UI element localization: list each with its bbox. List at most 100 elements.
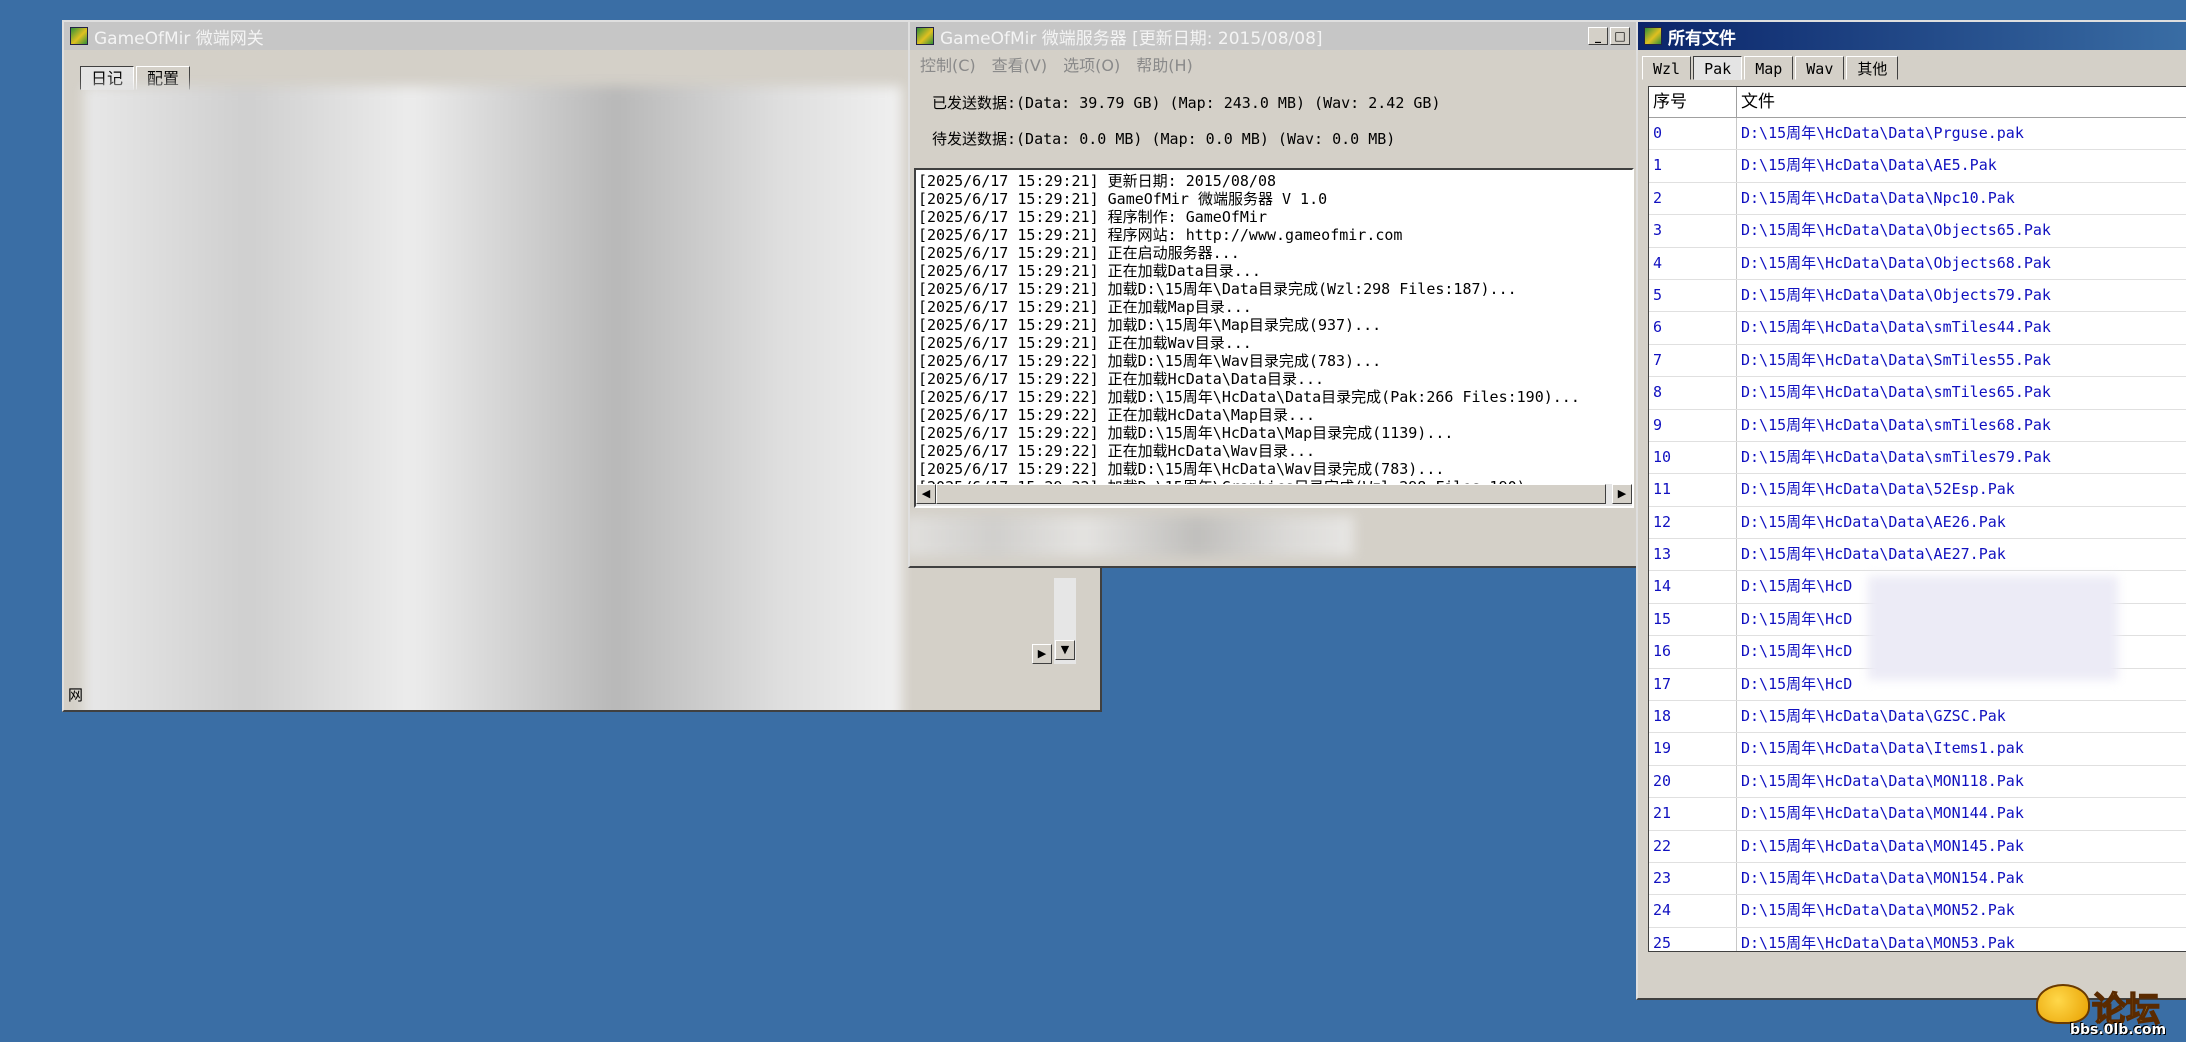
watermark-url: bbs.0lb.com xyxy=(2070,1022,2167,1038)
vertical-scrollbar[interactable]: ▼ xyxy=(1054,578,1076,664)
tab-other[interactable]: 其他 xyxy=(1846,56,1899,80)
menu-view[interactable]: 查看(V) xyxy=(988,52,1059,76)
menu-help[interactable]: 帮助(H) xyxy=(1132,52,1205,76)
row-file-path: D:\15周年\HcData\Data\AE26.Pak xyxy=(1737,507,2186,538)
horizontal-scrollbar[interactable]: ◀ ▶ xyxy=(916,484,1632,506)
scroll-left-button[interactable]: ◀ xyxy=(916,484,936,504)
blurred-region xyxy=(84,86,902,710)
row-file-path: D:\15周年\HcData\Data\MON144.Pak xyxy=(1737,798,2186,829)
app-icon xyxy=(70,27,88,45)
server-titlebar[interactable]: GameOfMir 微端服务器 [更新日期: 2015/08/08] _ □ xyxy=(910,22,1636,50)
gateway-title: GameOfMir 微端网关 xyxy=(94,28,264,49)
table-row[interactable]: 3 D:\15周年\HcData\Data\Objects65.Pak xyxy=(1649,215,2186,248)
log-line: [2025/6/17 15:29:21] GameOfMir 微端服务器 V 1… xyxy=(918,190,1328,208)
server-menubar: 控制(C) 查看(V) 选项(O) 帮助(H) xyxy=(910,50,1636,78)
column-header-file[interactable]: 文件 xyxy=(1737,87,2186,117)
column-header-index[interactable]: 序号 xyxy=(1649,87,1737,117)
log-line: [2025/6/17 15:29:21] 程序制作: GameOfMir xyxy=(918,208,1267,226)
log-line: [2025/6/17 15:29:22] 加载D:\15周年\Wav目录完成(7… xyxy=(918,352,1382,370)
files-tabs: Wzl Pak Map Wav 其他 xyxy=(1642,56,1899,80)
table-row[interactable]: 10 D:\15周年\HcData\Data\smTiles79.Pak xyxy=(1649,441,2186,475)
files-table: 序号 文件 0 D:\15周年\HcData\Data\Prguse.pak 1 D:… xyxy=(1648,86,2186,952)
table-row[interactable]: 2 D:\15周年\HcData\Data\Npc10.Pak xyxy=(1649,182,2186,216)
log-line: [2025/6/17 15:29:22] 加载D:\15周年\HcData\Wa… xyxy=(918,460,1445,478)
row-index: 17 xyxy=(1649,668,1737,701)
tab-map[interactable]: Map xyxy=(1744,56,1794,80)
log-line: [2025/6/17 15:29:21] 正在加载Map目录... xyxy=(918,298,1252,316)
row-index: 21 xyxy=(1649,798,1737,830)
row-index: 18 xyxy=(1649,701,1737,733)
row-file-path: D:\15周年\HcData\Data\MON154.Pak xyxy=(1737,863,2186,894)
server-window: GameOfMir 微端服务器 [更新日期: 2015/08/08] _ □ 控… xyxy=(908,20,1638,568)
row-file-path: D:\15周年\HcData\Data\Objects79.Pak xyxy=(1737,280,2186,311)
table-row[interactable]: 5 D:\15周年\HcData\Data\Objects79.Pak xyxy=(1649,279,2186,313)
table-row[interactable]: 12 D:\15周年\HcData\Data\AE26.Pak xyxy=(1649,506,2186,540)
tab-wav[interactable]: Wav xyxy=(1795,56,1845,80)
table-row[interactable]: 25 D:\15周年\HcData\Data\MON53.Pak xyxy=(1649,927,2186,951)
maximize-icon[interactable]: □ xyxy=(1610,27,1630,45)
menu-options[interactable]: 选项(O) xyxy=(1059,52,1132,76)
row-file-path: D:\15周年\HcData\Data\Objects68.Pak xyxy=(1737,248,2186,279)
log-line: [2025/6/17 15:29:21] 加载D:\15周年\Data目录完成(… xyxy=(918,280,1517,298)
table-row[interactable]: 13 D:\15周年\HcData\Data\AE27.Pak xyxy=(1649,539,2186,572)
row-file-path: D:\15周年\HcData\Data\smTiles65.Pak xyxy=(1737,377,2186,408)
tab-wzl[interactable]: Wzl xyxy=(1642,56,1692,80)
scroll-down-button[interactable]: ▼ xyxy=(1055,640,1075,660)
row-index: 2 xyxy=(1649,182,1737,215)
row-file-path: D:\15周年\HcData\Data\MON145.Pak xyxy=(1737,831,2186,862)
table-row[interactable]: 20 D:\15周年\HcData\Data\MON118.Pak xyxy=(1649,765,2186,799)
row-index: 15 xyxy=(1649,603,1737,636)
table-row[interactable]: 1 D:\15周年\HcData\Data\AE5.Pak xyxy=(1649,150,2186,183)
table-row[interactable]: 22 D:\15周年\HcData\Data\MON145.Pak xyxy=(1649,830,2186,863)
table-row[interactable]: 23 D:\15周年\HcData\Data\MON154.Pak xyxy=(1649,862,2186,896)
table-row[interactable]: 4 D:\15周年\HcData\Data\Objects68.Pak xyxy=(1649,247,2186,280)
row-file-path: D:\15周年\HcData\Data\MON53.Pak xyxy=(1737,928,2186,951)
log-line: [2025/6/17 15:29:21] 正在启动服务器... xyxy=(918,244,1240,262)
forum-watermark: 论坛 bbs.0lb.com xyxy=(2036,980,2186,1040)
table-row[interactable]: 19 D:\15周年\HcData\Data\Items1.pak xyxy=(1649,733,2186,766)
window-controls: _ □ xyxy=(1588,27,1630,45)
menu-control[interactable]: 控制(C) xyxy=(916,52,988,76)
minimize-icon[interactable]: _ xyxy=(1588,27,1608,45)
files-titlebar[interactable]: 所有文件 xyxy=(1638,22,2186,50)
table-row[interactable]: 9 D:\15周年\HcData\Data\smTiles68.Pak xyxy=(1649,409,2186,442)
sent-data-label: 已发送数据:(Data: 39.79 GB) (Map: 243.0 MB) (… xyxy=(932,94,1441,112)
log-line: [2025/6/17 15:29:22] 加载D:\15周年\HcData\Ma… xyxy=(918,424,1454,442)
row-file-path: D:\15周年\HcData\Data\MON52.Pak xyxy=(1737,895,2186,926)
table-row[interactable]: 8 D:\15周年\HcData\Data\smTiles65.Pak xyxy=(1649,377,2186,410)
row-index: 1 xyxy=(1649,150,1737,182)
server-title: GameOfMir 微端服务器 [更新日期: 2015/08/08] xyxy=(940,28,1323,49)
row-index: 4 xyxy=(1649,247,1737,279)
scroll-right-button[interactable]: ▶ xyxy=(1612,484,1632,504)
log-lines: [2025/6/17 15:29:21] 更新日期: 2015/08/08 [20… xyxy=(916,170,1632,496)
row-index: 0 xyxy=(1649,118,1737,150)
watermark-logo-icon xyxy=(2036,984,2090,1024)
files-window: 所有文件 Wzl Pak Map Wav 其他 序号 文件 0 D:\15周年\H… xyxy=(1636,20,2186,1000)
scroll-thumb[interactable] xyxy=(936,484,1606,504)
log-textbox[interactable]: [2025/6/17 15:29:21] 更新日期: 2015/08/08 [20… xyxy=(914,168,1634,508)
files-title: 所有文件 xyxy=(1668,28,1736,49)
row-file-path: D:\15周年\HcData\Data\Objects65.Pak xyxy=(1737,215,2186,246)
row-index: 25 xyxy=(1649,927,1737,951)
table-row[interactable]: 24 D:\15周年\HcData\Data\MON52.Pak xyxy=(1649,895,2186,928)
blurred-smudge xyxy=(1868,576,2118,680)
table-row[interactable]: 0 D:\15周年\HcData\Data\Prguse.pak xyxy=(1649,118,2186,151)
log-line: [2025/6/17 15:29:22] 加载D:\15周年\HcData\Da… xyxy=(918,388,1580,406)
scroll-right-button[interactable]: ▶ xyxy=(1032,644,1052,664)
table-row[interactable]: 18 D:\15周年\HcData\Data\GZSC.Pak xyxy=(1649,701,2186,734)
row-file-path: D:\15周年\HcData\Data\GZSC.Pak xyxy=(1737,701,2186,732)
row-file-path: D:\15周年\HcData\Data\AE27.Pak xyxy=(1737,539,2186,570)
row-file-path: D:\15周年\HcData\Data\SmTiles55.Pak xyxy=(1737,345,2186,376)
row-index: 3 xyxy=(1649,215,1737,247)
table-header: 序号 文件 xyxy=(1649,87,2186,118)
table-row[interactable]: 11 D:\15周年\HcData\Data\52Esp.Pak xyxy=(1649,474,2186,507)
log-line: [2025/6/17 15:29:21] 更新日期: 2015/08/08 xyxy=(918,172,1277,190)
table-row[interactable]: 21 D:\15周年\HcData\Data\MON144.Pak xyxy=(1649,798,2186,831)
log-line: [2025/6/17 15:29:22] 正在加载HcData\Wav目录... xyxy=(918,442,1316,460)
table-row[interactable]: 6 D:\15周年\HcData\Data\smTiles44.Pak xyxy=(1649,312,2186,345)
row-index: 14 xyxy=(1649,571,1737,603)
table-row[interactable]: 7 D:\15周年\HcData\Data\SmTiles55.Pak xyxy=(1649,344,2186,378)
row-index: 10 xyxy=(1649,441,1737,474)
tab-pak[interactable]: Pak xyxy=(1693,56,1743,80)
log-line: [2025/6/17 15:29:21] 正在加载Wav目录... xyxy=(918,334,1252,352)
